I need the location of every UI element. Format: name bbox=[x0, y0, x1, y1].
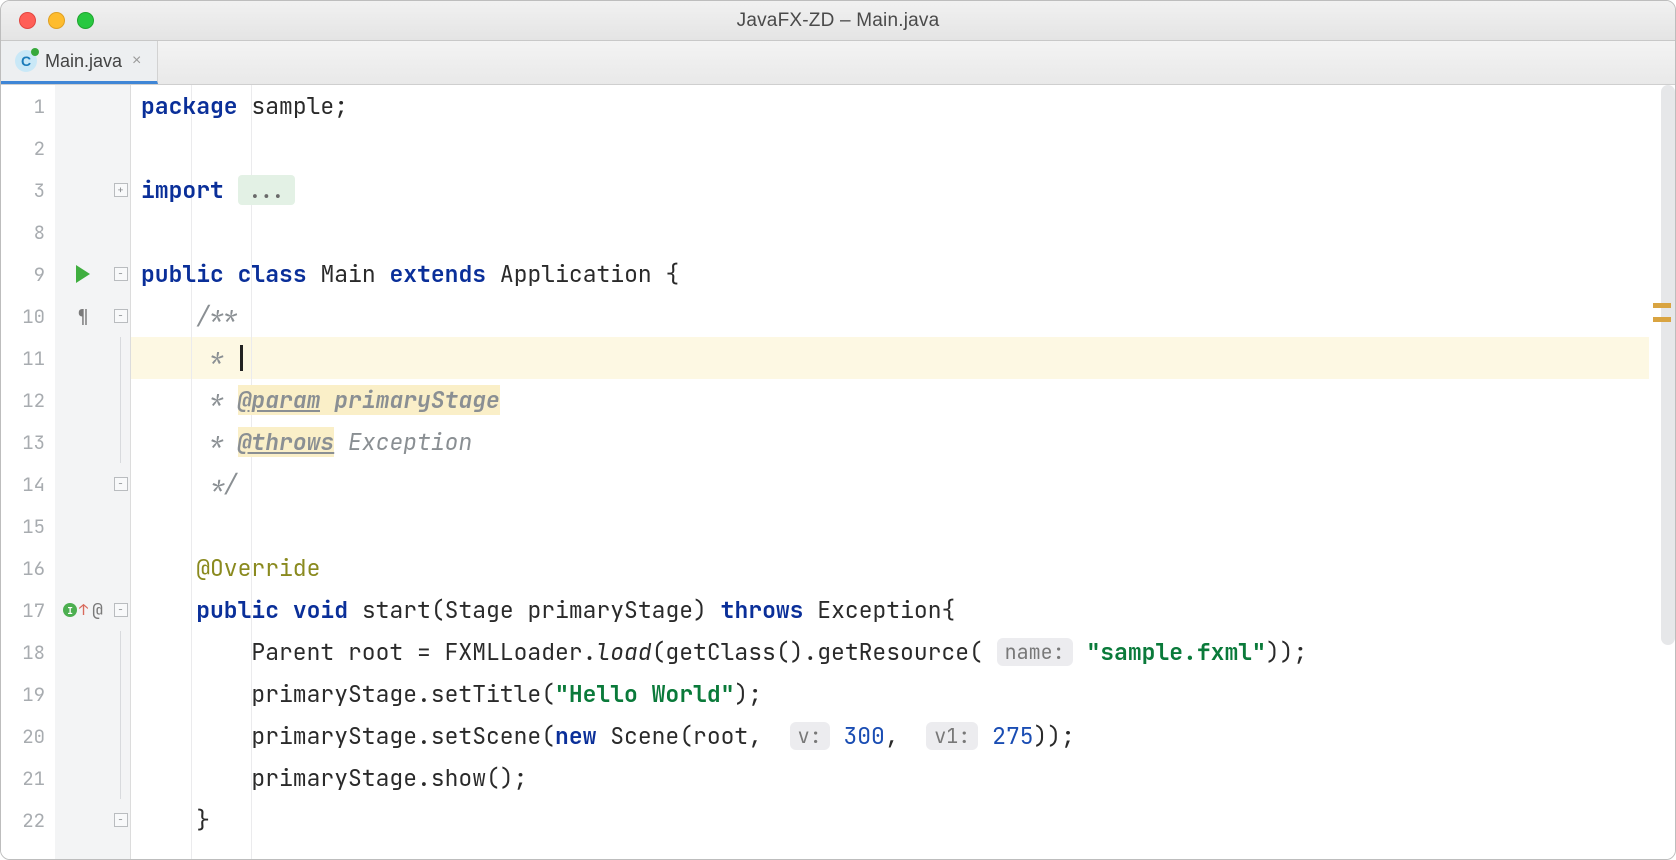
line-number: 21 bbox=[1, 757, 55, 799]
code-line[interactable]: @Override bbox=[131, 547, 1649, 589]
fold-end-icon[interactable] bbox=[114, 477, 128, 491]
code-line[interactable]: * @throws Exception bbox=[131, 421, 1649, 463]
code-line[interactable]: primaryStage.show(); bbox=[131, 757, 1649, 799]
line-number: 2 bbox=[1, 127, 55, 169]
text-caret bbox=[240, 345, 243, 371]
code-line[interactable] bbox=[131, 127, 1649, 169]
zoom-window-button[interactable] bbox=[77, 12, 94, 29]
minimize-window-button[interactable] bbox=[48, 12, 65, 29]
fold-collapse-icon[interactable] bbox=[114, 603, 128, 617]
line-number: 1 bbox=[1, 85, 55, 127]
window-controls bbox=[19, 12, 94, 29]
editor-tab-main-java[interactable]: C Main.java × bbox=[1, 41, 158, 84]
line-number: 15 bbox=[1, 505, 55, 547]
paragraph-mark-icon: ¶ bbox=[78, 305, 89, 328]
parameter-hint: v: bbox=[790, 722, 830, 750]
titlebar: JavaFX-ZD – Main.java bbox=[1, 1, 1675, 41]
line-number: 9 bbox=[1, 253, 55, 295]
line-number: 16 bbox=[1, 547, 55, 589]
warning-marker[interactable] bbox=[1653, 317, 1671, 322]
code-text-area[interactable]: package sample; import ... public class … bbox=[131, 85, 1649, 859]
tab-label: Main.java bbox=[45, 51, 122, 72]
code-line[interactable]: public void start(Stage primaryStage) th… bbox=[131, 589, 1649, 631]
code-line[interactable] bbox=[131, 505, 1649, 547]
fold-collapse-icon[interactable] bbox=[114, 309, 128, 323]
line-number: 14 bbox=[1, 463, 55, 505]
java-class-file-icon: C bbox=[15, 50, 37, 72]
line-number: 10 bbox=[1, 295, 55, 337]
marker-gutter: ¶ I↑ @ bbox=[55, 85, 111, 859]
line-number: 11 bbox=[1, 337, 55, 379]
code-line[interactable]: public class Main extends Application { bbox=[131, 253, 1649, 295]
code-line[interactable]: import ... bbox=[131, 169, 1649, 211]
close-window-button[interactable] bbox=[19, 12, 36, 29]
parameter-hint: v1: bbox=[926, 722, 978, 750]
code-line[interactable]: */ bbox=[131, 463, 1649, 505]
code-editor[interactable]: 1 2 3 8 9 10 11 12 13 14 15 16 17 18 19 … bbox=[1, 85, 1675, 859]
code-line[interactable]: } bbox=[131, 799, 1649, 841]
ide-window: JavaFX-ZD – Main.java C Main.java × 1 2 … bbox=[0, 0, 1676, 860]
fold-expand-icon[interactable] bbox=[114, 183, 128, 197]
line-number: 20 bbox=[1, 715, 55, 757]
code-line[interactable]: package sample; bbox=[131, 85, 1649, 127]
fold-collapse-icon[interactable] bbox=[114, 267, 128, 281]
folded-region[interactable]: ... bbox=[238, 175, 295, 205]
close-tab-button[interactable]: × bbox=[130, 52, 143, 70]
code-line[interactable]: primaryStage.setScene(new Scene(root, v:… bbox=[131, 715, 1649, 757]
line-number: 12 bbox=[1, 379, 55, 421]
code-line[interactable]: /** bbox=[131, 295, 1649, 337]
fold-end-icon[interactable] bbox=[114, 813, 128, 827]
parameter-hint: name: bbox=[997, 638, 1073, 666]
code-line[interactable] bbox=[131, 211, 1649, 253]
editor-tabstrip: C Main.java × bbox=[1, 41, 1675, 85]
scrollbar-vertical[interactable] bbox=[1661, 85, 1675, 645]
line-number: 8 bbox=[1, 211, 55, 253]
window-title: JavaFX-ZD – Main.java bbox=[1, 10, 1675, 32]
annotation-gutter-icon: @ bbox=[92, 599, 103, 622]
folding-gutter bbox=[111, 85, 131, 859]
line-number-gutter: 1 2 3 8 9 10 11 12 13 14 15 16 17 18 19 … bbox=[1, 85, 55, 859]
code-line[interactable]: Parent root = FXMLLoader.load(getClass()… bbox=[131, 631, 1649, 673]
line-number: 22 bbox=[1, 799, 55, 841]
run-gutter-icon[interactable] bbox=[76, 265, 90, 283]
line-number: 17 bbox=[1, 589, 55, 631]
overrides-gutter-icon[interactable]: I↑ bbox=[63, 600, 88, 620]
code-line[interactable]: * @param primaryStage bbox=[131, 379, 1649, 421]
error-stripe[interactable] bbox=[1649, 85, 1675, 859]
line-number: 19 bbox=[1, 673, 55, 715]
line-number: 3 bbox=[1, 169, 55, 211]
warning-marker[interactable] bbox=[1653, 303, 1671, 308]
code-line[interactable]: primaryStage.setTitle("Hello World"); bbox=[131, 673, 1649, 715]
line-number: 13 bbox=[1, 421, 55, 463]
line-number: 18 bbox=[1, 631, 55, 673]
current-line-highlight bbox=[131, 337, 1649, 379]
